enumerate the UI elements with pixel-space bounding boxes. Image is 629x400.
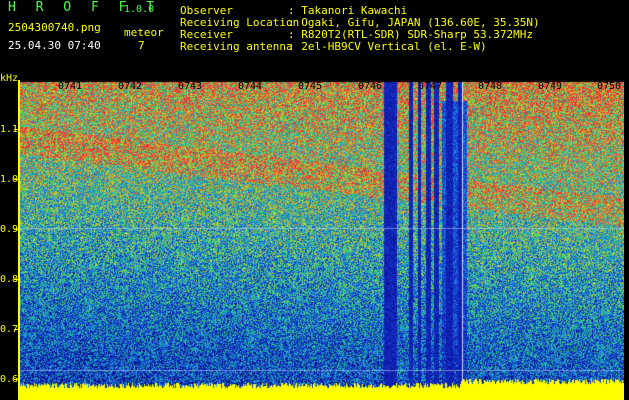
y-tick-mark [14,329,20,330]
y-axis-line [18,80,20,400]
y-tick-mark [14,229,20,230]
x-tick-label: 0748 [478,81,503,92]
x-tick-label: 0742 [118,81,143,92]
y-tick-mark [14,129,20,130]
x-tick-label: 0747 [418,81,443,92]
y-tick-mark [14,379,20,380]
x-tick-label: 0744 [238,81,263,92]
info-antenna-value: : 2el-HB9CV Vertical (el. E-W) [288,40,487,53]
x-tick-label: 0741 [58,81,83,92]
info-antenna-label: Receiving antenna [180,40,293,53]
filename-label: 2504300740.png [8,21,101,34]
spectrogram [20,80,624,400]
x-tick-label: 0745 [298,81,323,92]
y-tick-mark [14,179,20,180]
y-unit-label: kHz [0,73,19,84]
spectrogram-canvas [20,80,624,400]
version-label: 1.0.0 [124,4,155,15]
x-tick-label: 0743 [178,81,203,92]
timestamp-label: 25.04.30 07:40 [8,39,101,52]
meteor-count: 7 [138,39,145,52]
x-tick-label: 0746 [358,81,383,92]
x-tick-label: 0750 [597,81,622,92]
y-tick-mark [14,279,20,280]
meteor-label: meteor [124,26,164,39]
x-tick-label: 0749 [538,81,563,92]
